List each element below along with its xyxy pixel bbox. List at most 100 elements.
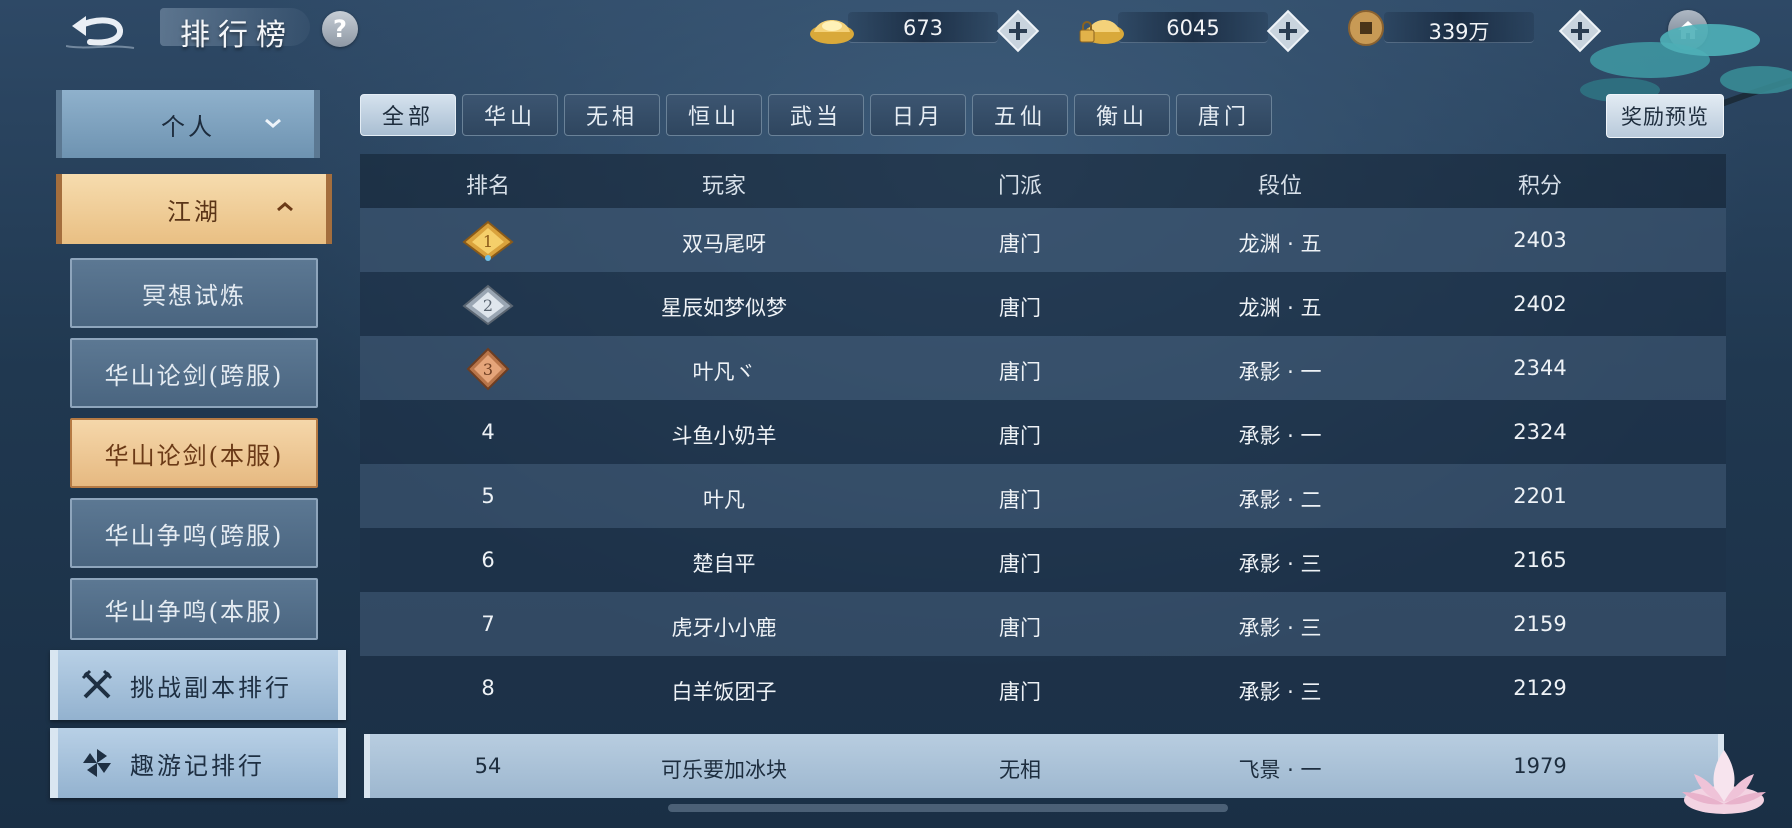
player-tier: 承影 · 一 <box>1238 424 1322 448</box>
player-score: 2201 <box>1513 484 1567 508</box>
tab-hengshan-1[interactable]: 恒山 <box>666 94 762 136</box>
reward-preview-button[interactable]: 奖励预览 <box>1606 94 1724 138</box>
crossed-swords-icon <box>81 669 113 699</box>
help-button[interactable]: ? <box>322 11 358 47</box>
player-rank: 4 <box>481 420 495 444</box>
sub-item-label: 华山争鸣(跨服) <box>104 521 284 550</box>
table-row[interactable]: 8 白羊饭团子 唐门 承影 · 三 2129 <box>360 656 1726 720</box>
my-name: 可乐要加冰块 <box>661 758 787 782</box>
table-row[interactable]: 4 斗鱼小奶羊 唐门 承影 · 一 2324 <box>360 400 1726 464</box>
category-jianghu-label: 江湖 <box>167 197 221 226</box>
player-sect: 唐门 <box>999 296 1041 320</box>
add-gold-button[interactable] <box>996 9 1040 53</box>
page-title: 排行榜 <box>180 18 294 53</box>
back-button[interactable] <box>65 4 136 52</box>
table-row[interactable]: 7 虎牙小小鹿 唐门 承影 · 三 2159 <box>360 592 1726 656</box>
player-score: 2165 <box>1513 548 1567 572</box>
sub-item-meditation-trial[interactable]: 冥想试炼 <box>70 258 318 328</box>
tab-wudang[interactable]: 武当 <box>768 94 864 136</box>
player-tier: 龙渊 · 五 <box>1238 232 1322 256</box>
player-tier: 承影 · 三 <box>1238 680 1322 704</box>
player-name: 叶凡ヾ <box>692 360 756 384</box>
player-rank: 6 <box>481 548 495 572</box>
player-tier: 承影 · 二 <box>1238 488 1322 512</box>
player-tier: 龙渊 · 五 <box>1238 296 1322 320</box>
sub-item-label: 华山论剑(本服) <box>104 441 284 470</box>
travel-notes-ranking-button[interactable]: 趣游记排行 <box>50 728 346 798</box>
player-name: 虎牙小小鹿 <box>671 616 777 640</box>
header-score: 积分 <box>1517 174 1562 199</box>
currency-copper: 339万 <box>1344 8 1602 53</box>
player-sect: 唐门 <box>999 616 1041 640</box>
table-row[interactable]: 2 星辰如梦似梦 唐门 龙渊 · 五 2402 <box>360 272 1726 336</box>
player-score: 2344 <box>1513 356 1567 380</box>
table-row[interactable]: 3 叶凡ヾ 唐门 承影 · 一 2344 <box>360 336 1726 400</box>
tab-riyue[interactable]: 日月 <box>870 94 966 136</box>
svg-text:1: 1 <box>483 232 493 251</box>
svg-text:2: 2 <box>483 296 493 315</box>
category-personal-label: 个人 <box>161 112 215 141</box>
header-player: 玩家 <box>701 174 746 199</box>
tab-wuxian[interactable]: 五仙 <box>972 94 1068 136</box>
svg-text:3: 3 <box>483 360 493 379</box>
player-name: 叶凡 <box>703 488 745 512</box>
currency-value: 6045 <box>1166 16 1220 40</box>
player-tier: 承影 · 一 <box>1238 360 1322 384</box>
player-name: 星辰如梦似梦 <box>661 296 787 320</box>
table-row[interactable]: 6 楚自平 唐门 承影 · 三 2165 <box>360 528 1726 592</box>
home-button[interactable] <box>1668 10 1708 50</box>
player-sect: 唐门 <box>999 488 1041 512</box>
tab-hengshan-2[interactable]: 衡山 <box>1074 94 1170 136</box>
copper-coin-icon <box>1348 10 1384 46</box>
sub-item-huashan-duel-cross[interactable]: 华山论剑(跨服) <box>70 338 318 408</box>
table-row[interactable]: 1 双马尾呀 唐门 龙渊 · 五 2403 <box>360 208 1726 272</box>
locked-ingot-icon <box>1079 20 1124 44</box>
pinwheel-icon <box>83 749 111 777</box>
my-rank: 54 <box>474 754 502 778</box>
currency-locked-gold: 6045 <box>1078 8 1310 53</box>
tab-wuxiang[interactable]: 无相 <box>564 94 660 136</box>
player-name: 双马尾呀 <box>682 232 766 256</box>
gold-medal-icon: 1 <box>462 220 514 262</box>
player-tier: 承影 · 三 <box>1238 616 1322 640</box>
home-icon <box>1678 21 1698 39</box>
add-copper-button[interactable] <box>1558 9 1602 53</box>
silver-medal-icon: 2 <box>462 284 514 326</box>
gold-ingot-icon <box>810 20 854 44</box>
tab-all[interactable]: 全部 <box>360 94 456 136</box>
sub-item-huashan-contest-local[interactable]: 华山争鸣(本服) <box>70 578 318 640</box>
sub-item-huashan-contest-cross[interactable]: 华山争鸣(跨服) <box>70 498 318 568</box>
player-sect: 唐门 <box>999 232 1041 256</box>
player-score: 2403 <box>1513 228 1567 252</box>
player-name: 楚自平 <box>692 552 756 576</box>
player-rank: 5 <box>481 484 495 508</box>
add-locked-gold-button[interactable] <box>1266 9 1310 53</box>
my-sect: 无相 <box>999 758 1041 782</box>
sub-item-label: 冥想试炼 <box>142 281 246 310</box>
header-rank: 排名 <box>465 174 510 199</box>
plus-icon <box>1266 9 1310 53</box>
my-ranking-row[interactable]: 54 可乐要加冰块 无相 飞景 · 一 1979 <box>364 734 1724 798</box>
my-tier: 飞景 · 一 <box>1238 758 1322 782</box>
horizontal-scrollbar[interactable] <box>668 804 1228 812</box>
chevron-up-icon <box>277 202 293 212</box>
table-row[interactable]: 5 叶凡 唐门 承影 · 二 2201 <box>360 464 1726 528</box>
category-personal[interactable]: 个人 <box>56 90 320 158</box>
currency-value: 673 <box>902 16 944 40</box>
challenge-dungeon-ranking-button[interactable]: 挑战副本排行 <box>50 650 346 720</box>
player-score: 2324 <box>1513 420 1567 444</box>
plus-icon <box>1558 9 1602 53</box>
tab-huashan[interactable]: 华山 <box>462 94 558 136</box>
player-score: 2159 <box>1513 612 1567 636</box>
category-jianghu[interactable]: 江湖 <box>56 174 332 244</box>
bronze-medal-icon: 3 <box>466 347 510 391</box>
back-arrow-icon <box>65 16 135 49</box>
player-sect: 唐门 <box>999 552 1041 576</box>
tab-tangmen[interactable]: 唐门 <box>1176 94 1272 136</box>
header-sect: 门派 <box>997 174 1042 199</box>
sub-item-huashan-duel-local[interactable]: 华山论剑(本服) <box>70 418 318 488</box>
header-tier: 段位 <box>1257 174 1302 199</box>
currency-gold: 673 <box>808 8 1040 53</box>
sub-item-label: 华山论剑(跨服) <box>104 361 284 390</box>
currency-value: 339万 <box>1428 20 1490 44</box>
